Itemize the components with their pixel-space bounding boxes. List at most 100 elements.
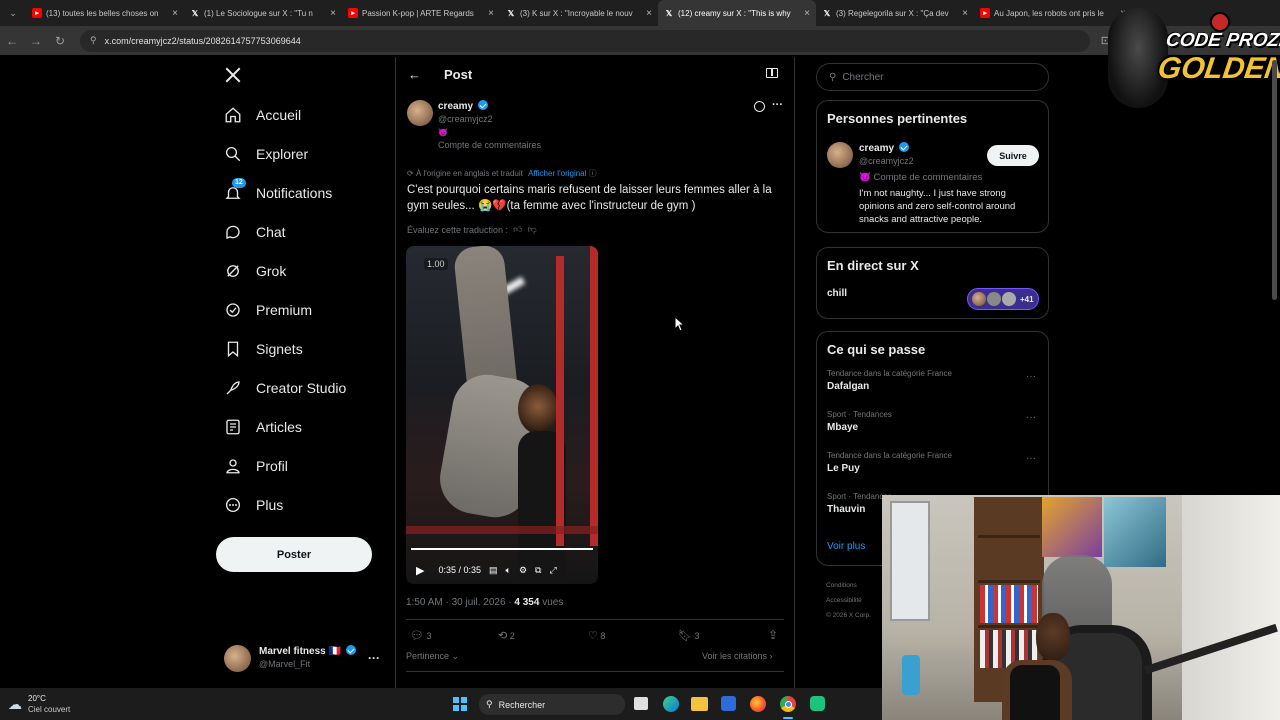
store-icon[interactable]: [721, 696, 736, 711]
chrome-icon[interactable]: [780, 696, 796, 712]
nav-item-articles[interactable]: Articles: [216, 407, 386, 446]
edge-icon[interactable]: [663, 696, 679, 712]
tab-list-icon[interactable]: ⌄: [0, 8, 26, 19]
repost-button[interactable]: ⟲ 2: [498, 629, 515, 642]
follow-button[interactable]: Suivre: [987, 145, 1039, 166]
back-icon[interactable]: ←: [0, 34, 24, 48]
nav-item-premium[interactable]: Premium: [216, 290, 386, 329]
back-arrow-icon[interactable]: ←: [408, 67, 421, 82]
nav-item-creator-studio[interactable]: Creator Studio: [216, 368, 386, 407]
relevant-avatar[interactable]: [827, 142, 853, 168]
bookmark-button[interactable]: 🔖︎ 3: [678, 629, 700, 642]
live-space-name[interactable]: chill: [827, 288, 847, 299]
forward-icon[interactable]: →: [24, 34, 48, 48]
browser-tab[interactable]: ▸ Passion K-pop | ARTE Regards ×: [342, 0, 500, 26]
trend-item[interactable]: Tendance dans la catégorie France Dafalga…: [817, 365, 1048, 406]
like-count: 8: [600, 631, 606, 641]
close-tab-icon[interactable]: ×: [804, 8, 810, 19]
fullscreen-icon[interactable]: ⤢: [549, 565, 556, 576]
more-options-icon[interactable]: ···: [368, 651, 380, 665]
view-quotes-link[interactable]: Voir les citations ›: [702, 651, 773, 661]
sort-dropdown[interactable]: Pertinence ⌄: [406, 651, 459, 662]
footer-terms[interactable]: Conditions: [826, 578, 871, 593]
firefox-icon[interactable]: [750, 696, 766, 712]
nav-item-chat[interactable]: Chat: [216, 212, 386, 251]
video-progress-track[interactable]: [411, 548, 593, 550]
account-avatar: [224, 644, 251, 672]
share-icon[interactable]: ⇪: [768, 628, 778, 642]
nav-item-label: Articles: [256, 418, 302, 435]
nav-item-plus[interactable]: Plus: [216, 485, 386, 524]
repost-icon: ⟲: [498, 630, 508, 642]
trend-more-icon[interactable]: ···: [1026, 412, 1036, 423]
search-input[interactable]: ⚲ Chercher: [816, 63, 1049, 91]
trend-item[interactable]: Tendance dans la catégorie France Le Puy ·…: [817, 447, 1048, 488]
volume-icon[interactable]: 🔈︎: [506, 565, 511, 576]
video-player[interactable]: 1.00 ▶ 0:35 / 0:35 ▤ 🔈︎ ⚙ ⧉ ⤢: [406, 246, 598, 584]
nav-item-notifications[interactable]: 12 Notifications: [216, 173, 386, 212]
nav-item-profil[interactable]: Profil: [216, 446, 386, 485]
post-timestamp[interactable]: 1:50 AM · 30 juil. 2026: [406, 597, 506, 608]
browser-tab[interactable]: 𝕏 (12) creamy sur X : "This is why ×: [658, 0, 816, 26]
live-listeners-pill[interactable]: +41: [967, 288, 1039, 310]
page-scrollbar[interactable]: [1272, 60, 1277, 300]
nav-item-signets[interactable]: Signets: [216, 329, 386, 368]
trend-name: Le Puy: [827, 463, 860, 474]
thumbs-down-icon[interactable]: 👎︎: [527, 224, 536, 235]
close-tab-icon[interactable]: ×: [488, 8, 494, 19]
x-logo-icon[interactable]: [224, 66, 244, 86]
browser-tab[interactable]: ▸ (13) toutes les belles choses on ×: [26, 0, 184, 26]
info-icon[interactable]: ⓘ: [589, 169, 597, 178]
reply-button[interactable]: 💬︎ 3: [410, 629, 432, 642]
footer-links: Conditions Accessibilité © 2026 X Corp.: [826, 578, 871, 623]
search-icon: ⚲: [829, 71, 837, 83]
task-view-icon[interactable]: [634, 697, 648, 710]
weather-widget[interactable]: ☁ 20°C Ciel couvert: [8, 693, 70, 715]
settings-icon[interactable]: ⚙: [519, 565, 527, 576]
nav-item-grok[interactable]: Grok: [216, 251, 386, 290]
relevant-name[interactable]: creamy: [859, 143, 894, 154]
app-icon[interactable]: [810, 696, 825, 711]
post-button[interactable]: Poster: [216, 537, 372, 572]
footer-accessibility[interactable]: Accessibilité: [826, 593, 871, 608]
file-explorer-icon[interactable]: [691, 697, 708, 711]
show-original-link[interactable]: Afficher l'original: [528, 169, 586, 178]
url-field[interactable]: ⚲ x.com/creamyjcz2/status/20826147577530…: [80, 29, 1090, 52]
account-switcher[interactable]: Marvel fitness 🇫🇷 @Marvel_Fit ···: [224, 643, 384, 673]
browser-tab[interactable]: 𝕏 (1) Le Sociologue sur X : "Tu n ×: [184, 0, 342, 26]
nav-item-accueil[interactable]: Accueil: [216, 95, 386, 134]
nav-item-explorer[interactable]: Explorer: [216, 134, 386, 173]
captions-icon[interactable]: ▤: [489, 565, 498, 576]
reader-mode-icon[interactable]: [766, 68, 778, 78]
author-handle[interactable]: @creamyjcz2: [438, 113, 541, 126]
close-tab-icon[interactable]: ×: [962, 8, 968, 19]
play-icon[interactable]: ▶: [416, 564, 424, 577]
like-button[interactable]: ♡ 8: [588, 629, 605, 642]
thumbs-up-icon[interactable]: 👍︎: [513, 224, 522, 235]
browser-tab[interactable]: 𝕏 (3) Regelegorila sur X : "Ça dev ×: [816, 0, 974, 26]
post-more-icon[interactable]: ···: [772, 99, 783, 111]
overlay-line-1: CODE PROZIS: [1164, 30, 1280, 51]
trend-more-icon[interactable]: ···: [1026, 371, 1036, 382]
taskbar-search-label: Rechercher: [498, 699, 546, 710]
site-settings-icon[interactable]: ⚲: [90, 35, 97, 46]
close-tab-icon[interactable]: ×: [172, 8, 178, 19]
start-button[interactable]: [453, 697, 467, 711]
trend-category: Sport · Tendances: [827, 410, 892, 419]
author-avatar[interactable]: [407, 100, 433, 126]
bookmark-count: 3: [694, 631, 700, 641]
picture-in-picture-icon[interactable]: ⧉: [535, 565, 541, 576]
close-tab-icon[interactable]: ×: [646, 8, 652, 19]
taskbar-search[interactable]: ⚲ Rechercher: [479, 694, 625, 715]
show-more-link[interactable]: Voir plus: [827, 541, 865, 552]
browser-tab[interactable]: 𝕏 (3) K sur X : "Incroyable le nouv ×: [500, 0, 658, 26]
reload-icon[interactable]: ↻: [48, 34, 72, 48]
grok-icon[interactable]: [754, 101, 765, 112]
more-circle-icon: [224, 496, 242, 514]
video-progress-fill: [411, 548, 593, 550]
close-tab-icon[interactable]: ×: [330, 8, 336, 19]
trend-more-icon[interactable]: ···: [1026, 453, 1036, 464]
trend-item[interactable]: Sport · Tendances Mbaye ···: [817, 406, 1048, 447]
relevant-handle[interactable]: @creamyjcz2: [859, 155, 914, 168]
author-name[interactable]: creamy: [438, 101, 473, 112]
